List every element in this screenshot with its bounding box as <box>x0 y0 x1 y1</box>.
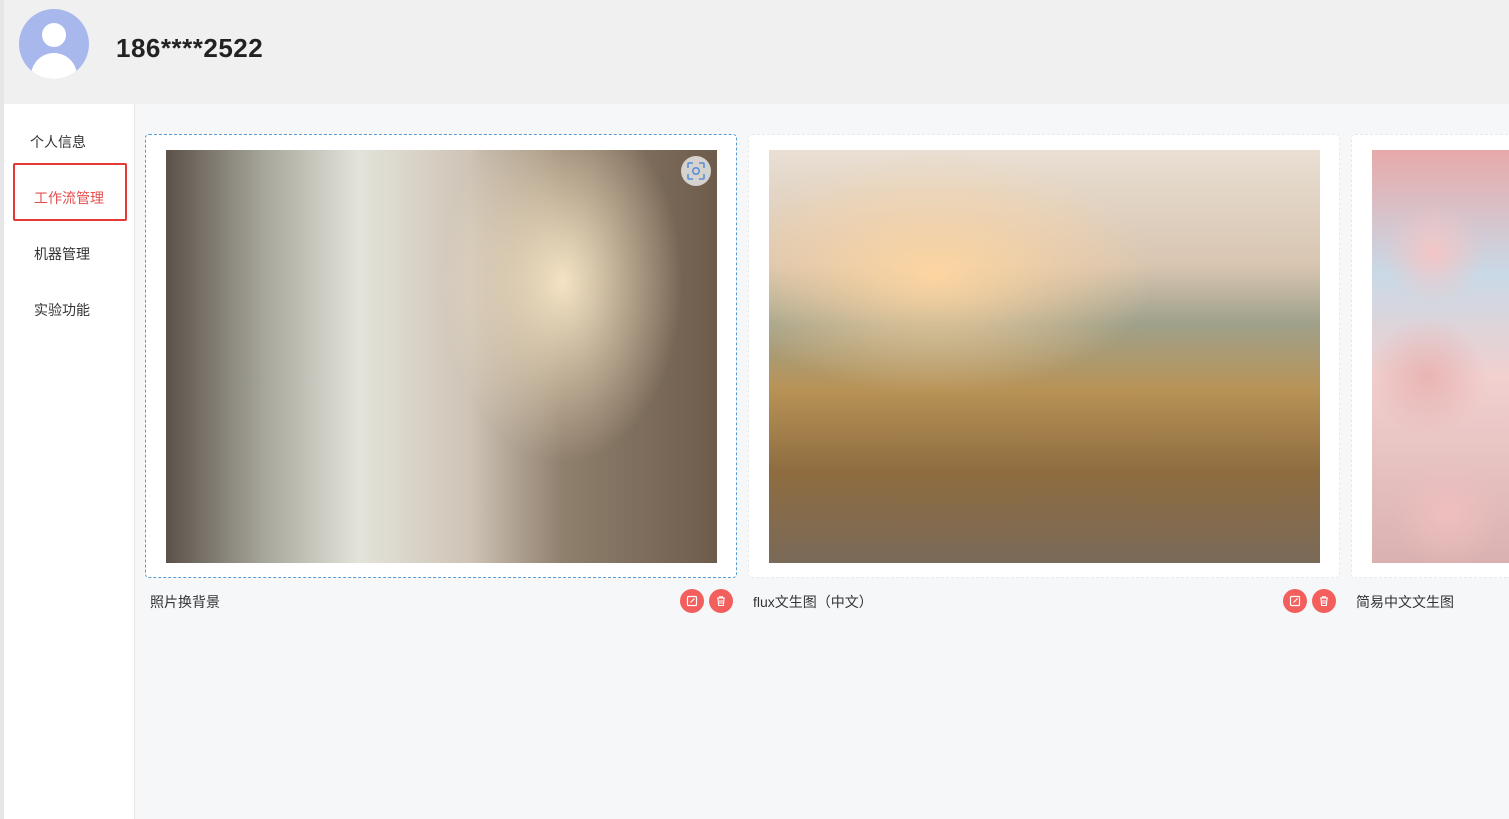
edit-icon <box>686 595 698 607</box>
scan-focus-icon <box>687 162 705 180</box>
edit-icon <box>1289 595 1301 607</box>
avatar-body-shape <box>31 53 77 79</box>
sidebar-item-experimental-features[interactable]: 实验功能 <box>34 296 134 324</box>
sidebar-item-machine-management[interactable]: 机器管理 <box>34 240 134 268</box>
workflow-card[interactable] <box>748 134 1340 578</box>
workflow-thumbnail[interactable] <box>1372 150 1509 563</box>
trash-icon <box>1320 596 1328 607</box>
delete-button[interactable] <box>709 589 733 613</box>
trash-icon <box>717 596 725 607</box>
workflow-title: flux文生图（中文） <box>753 594 873 610</box>
avatar-head-shape <box>42 23 66 47</box>
user-avatar[interactable] <box>19 9 89 79</box>
workflow-title: 简易中文文生图 <box>1356 594 1454 610</box>
username: 186****2522 <box>116 33 264 63</box>
thumbnail-image <box>1372 150 1509 563</box>
thumbnail-image <box>166 150 717 563</box>
delete-button[interactable] <box>1312 589 1336 613</box>
workflow-card[interactable] <box>1351 134 1509 578</box>
scan-button[interactable] <box>681 156 711 186</box>
thumbnail-image <box>769 150 1320 563</box>
sidebar-item-personal-info[interactable]: 个人信息 <box>30 128 130 156</box>
top-header: 186****2522 <box>0 0 1509 104</box>
edit-button[interactable] <box>680 589 704 613</box>
workflow-thumbnail[interactable] <box>769 150 1320 563</box>
workflow-title: 照片换背景 <box>150 594 220 610</box>
sidebar-item-workflow-management[interactable]: 工作流管理 <box>34 184 134 212</box>
workflow-thumbnail[interactable] <box>166 150 717 563</box>
edit-button[interactable] <box>1283 589 1307 613</box>
workflow-card[interactable] <box>145 134 737 578</box>
